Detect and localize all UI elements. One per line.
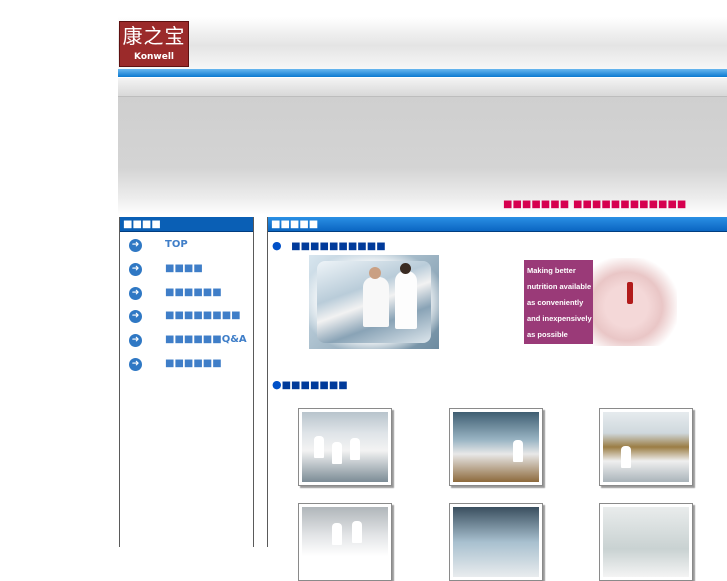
vial-image bbox=[627, 282, 633, 304]
arrow-right-circle-icon: ➜ bbox=[129, 239, 142, 252]
thumbnail-image bbox=[302, 412, 388, 482]
slogan-line: as conveniently bbox=[527, 298, 584, 307]
main-panel-title: ■■■■■ bbox=[268, 217, 727, 232]
section-heading-text: ■■■■■■■■■■ bbox=[291, 241, 386, 252]
hand-holding-vial-image bbox=[593, 258, 677, 346]
sidebar-item-3[interactable]: ➜ ■■■■■■ bbox=[120, 284, 253, 304]
slogan-line: as possible bbox=[527, 330, 568, 339]
konwell-logo[interactable]: 康之宝 Konwell bbox=[119, 21, 189, 67]
slogan-line: nutrition available bbox=[527, 282, 592, 291]
header-blue-stripe bbox=[118, 69, 727, 77]
photo-image bbox=[317, 261, 431, 343]
sidebar-item-6[interactable]: ➜ ■■■■■■ bbox=[120, 355, 253, 375]
sidebar-item-top[interactable]: ➜ TOP bbox=[120, 236, 253, 256]
sidebar-item-label: ■■■■■■ bbox=[165, 287, 222, 298]
facility-thumbnail-1[interactable] bbox=[298, 408, 392, 486]
thumbnail-image bbox=[603, 507, 689, 577]
sidebar-item-4[interactable]: ➜ ■■■■■■■■ bbox=[120, 307, 253, 327]
sidebar-item-label: ■■■■■■■■ bbox=[165, 310, 241, 321]
header-grey-nav-bar bbox=[118, 78, 727, 97]
sidebar-menu: ■■■■ ➜ TOP ➜ ■■■■ ➜ ■■■■■■ ➜ ■■■■■■■■ ➜ … bbox=[119, 217, 254, 547]
thumbnail-image bbox=[302, 507, 388, 577]
top-link-2[interactable]: ■■■■■■■■■■■■ bbox=[573, 199, 686, 210]
bullet-icon: ● bbox=[272, 239, 282, 252]
arrow-right-circle-icon: ➜ bbox=[129, 358, 142, 371]
sidebar-item-label: ■■■■ bbox=[165, 263, 203, 274]
top-link-1[interactable]: ■■■■■■■ bbox=[503, 199, 569, 210]
facility-thumbnail-3[interactable] bbox=[599, 408, 693, 486]
section-heading-1: ● ■■■■■■■■■■ bbox=[272, 239, 386, 252]
slogan-card: Making better nutrition available as con… bbox=[524, 260, 594, 344]
arrow-right-circle-icon: ➜ bbox=[129, 287, 142, 300]
sidebar-item-label: ■■■■■■Q&A bbox=[165, 334, 247, 345]
nutrition-slogan-photo[interactable]: Making better nutrition available as con… bbox=[523, 258, 677, 346]
lab-researchers-photo[interactable] bbox=[309, 255, 439, 349]
arrow-right-circle-icon: ➜ bbox=[129, 310, 142, 323]
banner-area bbox=[118, 97, 727, 215]
sidebar-item-label: ■■■■■■ bbox=[165, 358, 222, 369]
slogan-line: Making better bbox=[527, 266, 576, 275]
section-heading-2: ●■■■■■■■ bbox=[272, 378, 348, 391]
thumbnail-image bbox=[603, 412, 689, 482]
site-header: 康之宝 Konwell bbox=[118, 17, 727, 69]
slogan-line: and inexpensively bbox=[527, 314, 592, 323]
thumbnail-image bbox=[453, 507, 539, 577]
sidebar-title: ■■■■ bbox=[120, 217, 253, 232]
sidebar-item-label: TOP bbox=[165, 239, 188, 250]
arrow-right-circle-icon: ➜ bbox=[129, 263, 142, 276]
facility-thumbnail-6[interactable] bbox=[599, 503, 693, 581]
thumbnail-image bbox=[453, 412, 539, 482]
sidebar-item-2[interactable]: ➜ ■■■■ bbox=[120, 260, 253, 280]
section-heading-text: ■■■■■■■ bbox=[281, 380, 348, 391]
facility-thumbnail-5[interactable] bbox=[449, 503, 543, 581]
sidebar-item-qa[interactable]: ➜ ■■■■■■Q&A bbox=[120, 331, 253, 351]
arrow-right-circle-icon: ➜ bbox=[129, 334, 142, 347]
logo-english-text: Konwell bbox=[134, 52, 174, 62]
logo-chinese-text: 康之宝 bbox=[122, 24, 186, 48]
facility-thumbnail-4[interactable] bbox=[298, 503, 392, 581]
bullet-icon: ● bbox=[272, 378, 282, 391]
facility-thumbnail-2[interactable] bbox=[449, 408, 543, 486]
